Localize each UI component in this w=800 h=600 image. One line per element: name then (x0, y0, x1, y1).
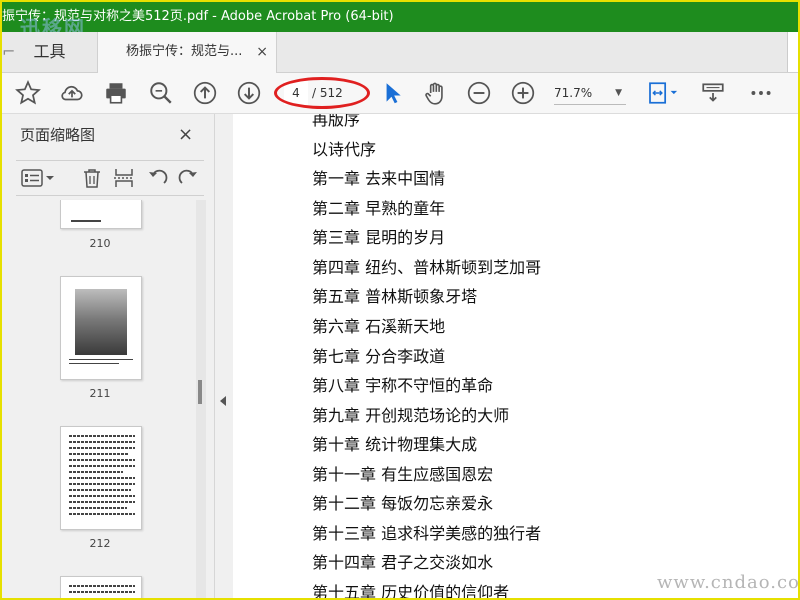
thumbnail-text-line (69, 359, 133, 360)
toc-line: 第八章 宇称不守恒的革命 (312, 376, 494, 395)
toc-line: 第一章 去来中国情 (312, 169, 446, 188)
page-down-icon[interactable] (235, 79, 263, 107)
thumbnail-text-line (69, 513, 135, 515)
thumbnail-page[interactable] (60, 426, 142, 530)
hand-icon[interactable] (421, 79, 449, 107)
trash-icon[interactable] (80, 167, 104, 189)
zoom-in-icon[interactable] (509, 79, 537, 107)
panel-toolbar (16, 160, 204, 196)
thumbnail-text-line (69, 435, 135, 437)
thumbnail-scroll-thumb[interactable] (198, 380, 202, 404)
tab-tools[interactable]: ⌐ 工具 (2, 32, 98, 72)
thumbnail-page[interactable] (60, 200, 142, 229)
options-menu-icon[interactable] (20, 167, 56, 189)
page-insert-icon[interactable] (112, 167, 136, 189)
toc-line: 第十五章 历史价值的信仰者 (312, 583, 510, 598)
thumbnail-text-line (69, 591, 135, 593)
toc-line: 第十一章 有生应感国恩宏 (312, 465, 494, 484)
toc-line: 第十三章 追求科学美感的独行者 (312, 524, 542, 543)
title-bar: 振宁传：规范与对称之美512页.pdf - Adobe Acrobat Pro … (2, 2, 798, 32)
toc-line-partial: 再版序 (312, 114, 361, 129)
toc-line: 第九章 开创规范场论的大师 (312, 406, 510, 425)
thumbnail-text-line (69, 495, 135, 497)
zoom-dropdown[interactable]: 71.7% ▼ (554, 82, 626, 105)
panel-title: 页面缩略图 (20, 126, 96, 144)
thumbnail-text-line (69, 453, 129, 455)
thumbnail-label: 212 (89, 537, 111, 550)
thumbnail-label: 210 (89, 237, 111, 250)
zoom-out-icon[interactable] (465, 79, 493, 107)
thumbnail-text-line (69, 465, 135, 467)
document-view[interactable]: 再版序 以诗代序 第一章 去来中国情 第二章 早熟的童年 第三章 昆明的岁月 第… (233, 114, 798, 598)
thumbnail-text-line (69, 489, 131, 491)
thumbnails-panel: 页面缩略图 × 210 211 212 (2, 114, 215, 598)
thumbnail-label: 211 (89, 387, 111, 400)
portrait-image (75, 289, 127, 355)
thumbnail-page[interactable] (60, 276, 142, 380)
tab-close-icon[interactable]: × (256, 32, 268, 72)
tab-right-edge (787, 32, 798, 72)
highlight-ellipse (274, 77, 370, 109)
chevron-down-icon: ▼ (615, 88, 622, 98)
cloud-upload-icon[interactable] (58, 79, 86, 107)
zoom-value: 71.7% (554, 86, 593, 100)
tab-tools-label: 工具 (33, 42, 66, 61)
thumbnail-text-line (69, 441, 135, 443)
collapse-arrow-icon[interactable] (220, 396, 226, 406)
thumbnail-text-line (71, 220, 101, 222)
select-cursor-icon[interactable] (378, 79, 406, 107)
toolbar: 4 / 512 71.7% ▼ (2, 73, 798, 114)
thumbnail-text-line (69, 477, 135, 479)
toc-line: 第五章 普林斯顿象牙塔 (312, 287, 478, 306)
toc-line: 第十二章 每饭勿忘亲爱永 (312, 494, 494, 513)
thumbnail-text-line (69, 507, 127, 509)
panel-collapse-strip[interactable] (215, 114, 232, 598)
more-icon[interactable] (747, 79, 775, 107)
rotate-right-icon[interactable] (176, 167, 200, 189)
watermark-bottom: www.cndao.com (657, 572, 800, 593)
toc-line: 第四章 纽约、普林斯顿到芝加哥 (312, 258, 542, 277)
thumbnail-text-line (69, 471, 123, 473)
zoom-search-icon[interactable] (147, 79, 175, 107)
thumbnail-text-line (69, 459, 135, 461)
thumbnail-text-line (69, 585, 135, 587)
toc-line: 第七章 分合李政道 (312, 347, 446, 366)
thumbnail-page[interactable] (60, 576, 142, 598)
print-icon[interactable] (102, 79, 130, 107)
toc-line: 第三章 昆明的岁月 (312, 228, 446, 247)
tab-bar: ⌐ 工具 杨振宁传：规范与... × (2, 32, 798, 73)
thumbnail-text-line (69, 447, 135, 449)
page-display-icon[interactable] (699, 79, 727, 107)
toc-line: 第二章 早熟的童年 (312, 199, 446, 218)
toc-line: 第十章 统计物理集大成 (312, 435, 478, 454)
thumbnail-list: 210 211 212 (16, 200, 208, 598)
page-up-icon[interactable] (191, 79, 219, 107)
toc-line: 第六章 石溪新天地 (312, 317, 446, 336)
tab-left-edge-icon: ⌐ (2, 42, 16, 61)
tab-document[interactable]: 杨振宁传：规范与... × (98, 32, 277, 73)
star-icon[interactable] (14, 79, 42, 107)
thumbnail-text-line (69, 483, 135, 485)
tab-document-label: 杨振宁传：规范与... (126, 44, 243, 59)
thumbnail-text-line (69, 363, 119, 364)
fit-page-icon[interactable] (645, 79, 681, 107)
toc-line: 以诗代序 (312, 140, 377, 159)
app-window: 振宁传：规范与对称之美512页.pdf - Adobe Acrobat Pro … (0, 0, 800, 600)
toc-line: 第十四章 君子之交淡如水 (312, 553, 494, 572)
panel-close-icon[interactable]: × (178, 124, 193, 145)
rotate-left-icon[interactable] (146, 167, 170, 189)
thumbnail-text-line (69, 501, 135, 503)
